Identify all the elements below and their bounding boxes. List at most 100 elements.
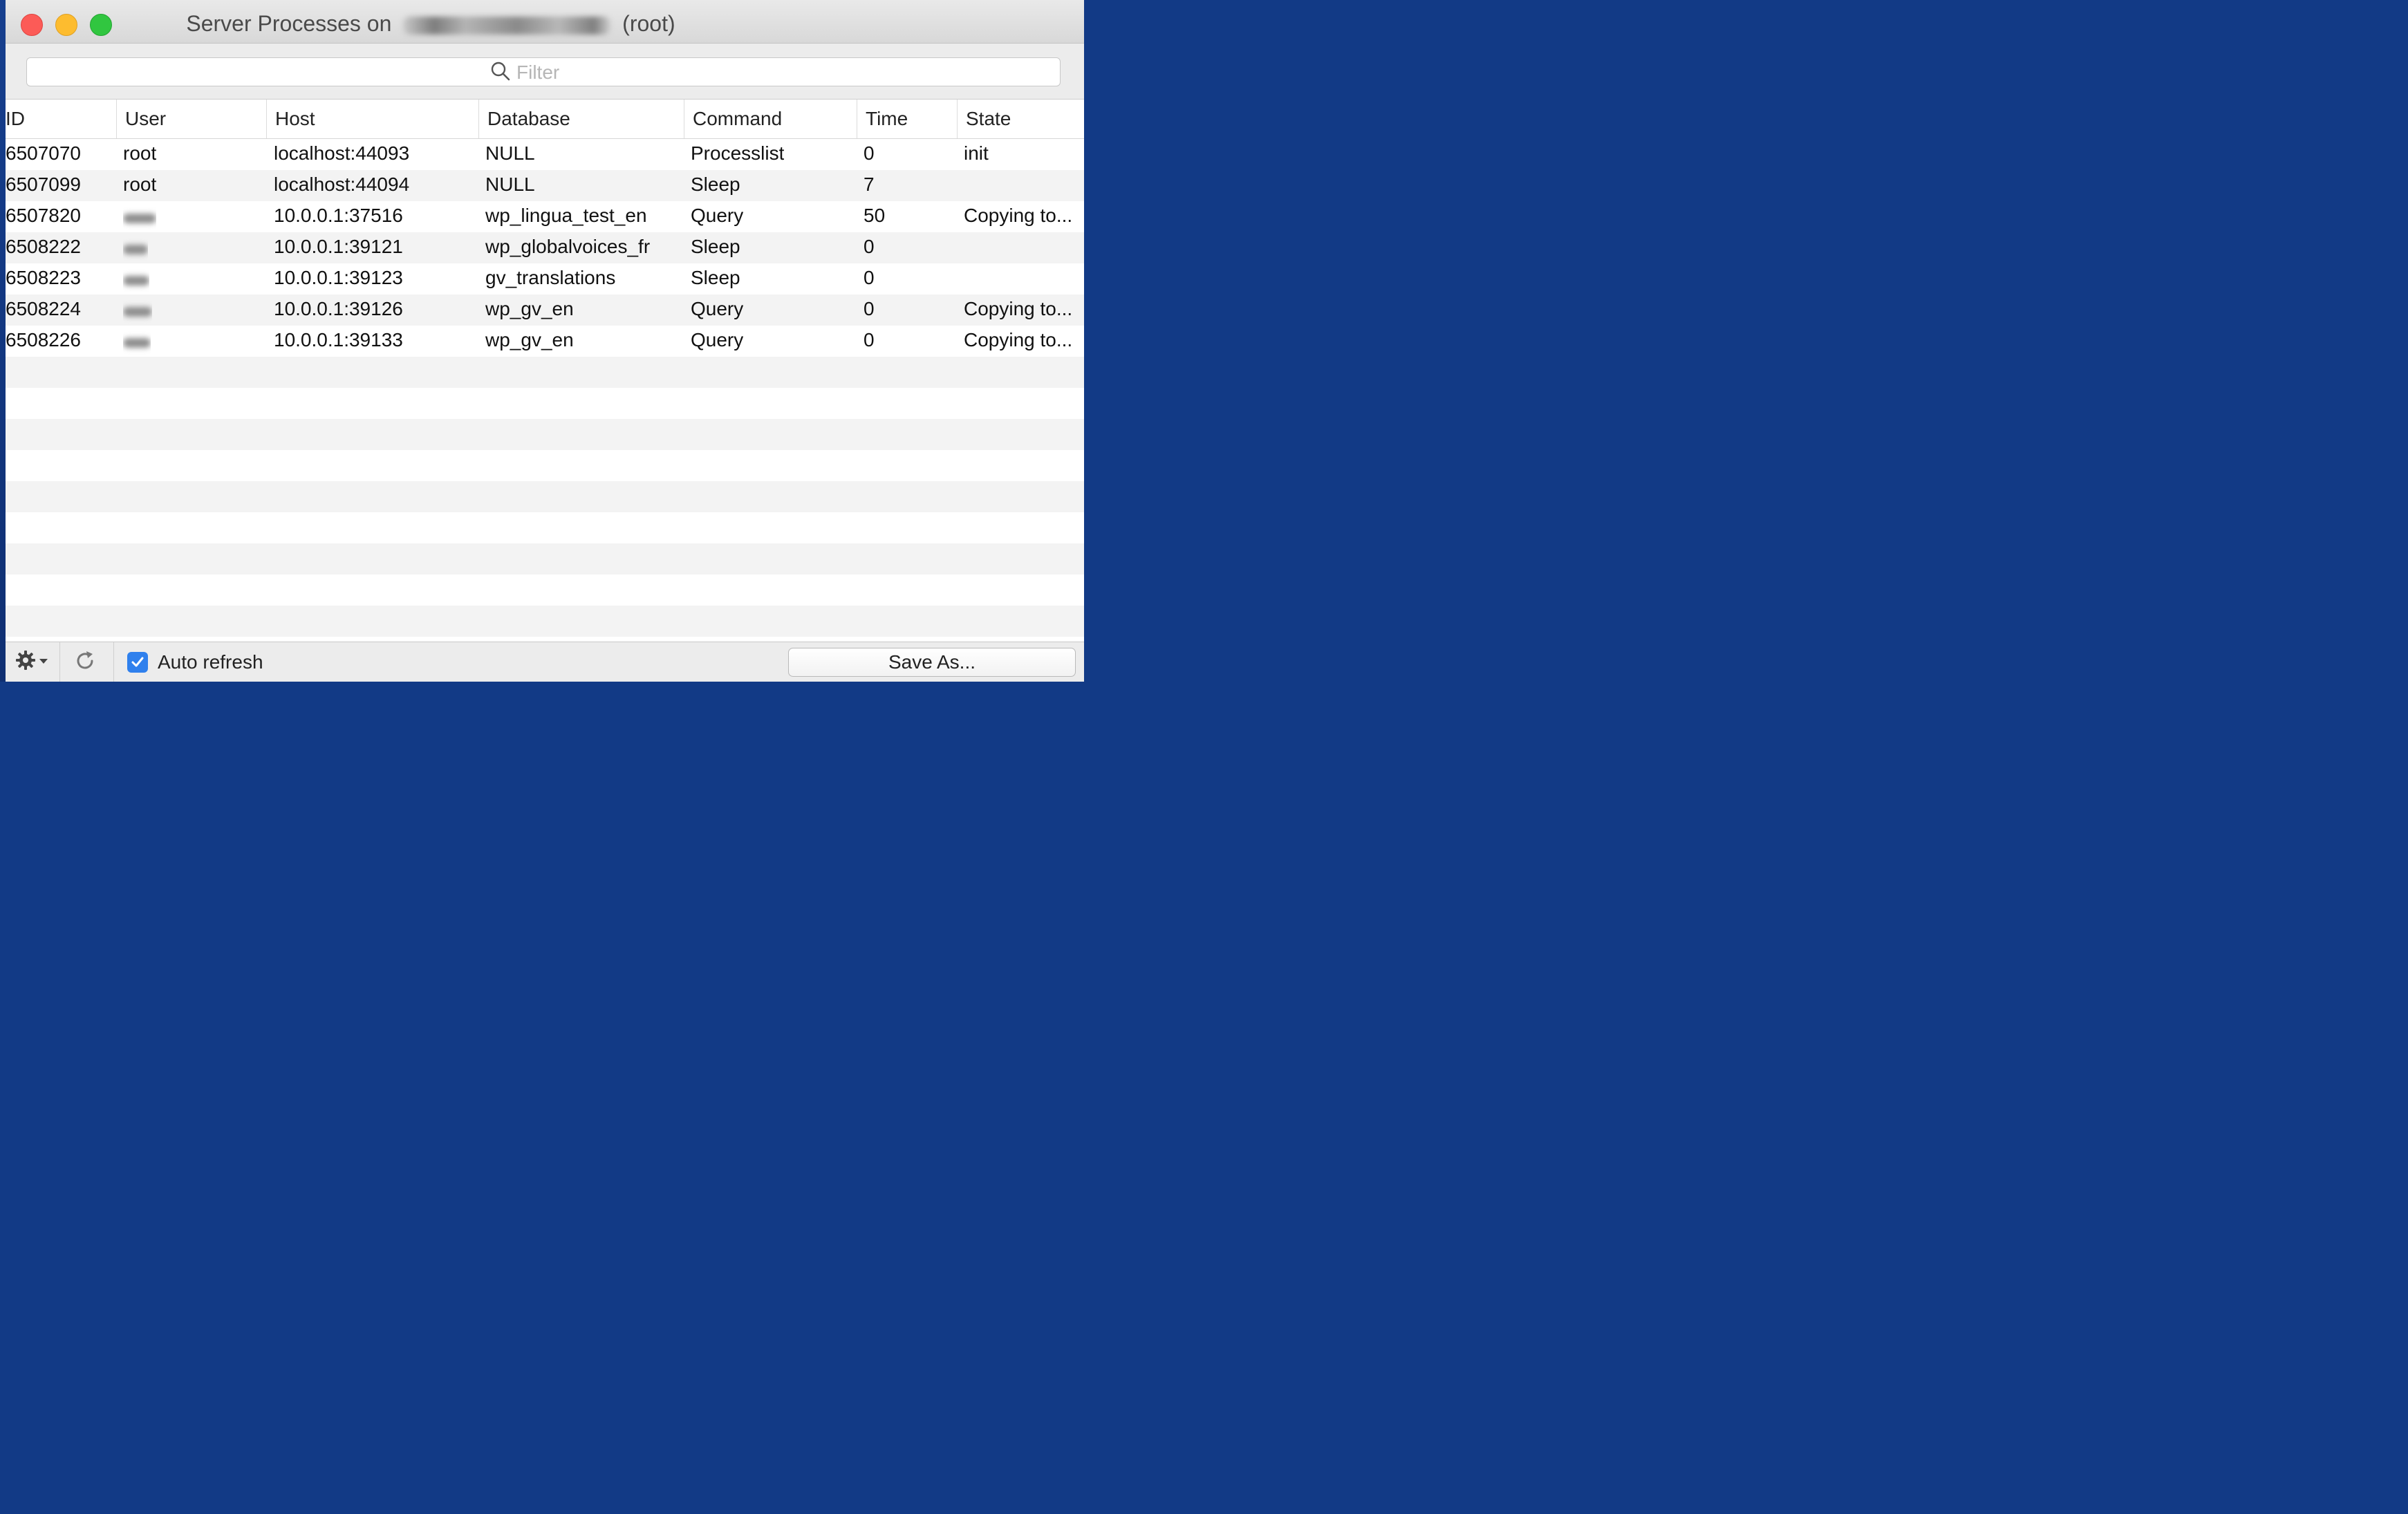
column-header-time[interactable]: Time [857,100,957,138]
filter-search-wrap [490,61,724,85]
gear-icon [15,650,36,674]
table-header: ID User Host Database Command Time State [6,100,1084,139]
table-row[interactable]: 6508224 10.0.0.1:39126 wp_gv_en Query 0 … [6,295,1084,326]
cell-state: init [964,142,989,164]
cell-host: 10.0.0.1:39121 [274,236,403,257]
cell-database: wp_lingua_test_en [485,205,647,226]
cell-id: 6508223 [6,267,82,288]
cell-host: 10.0.0.1:37516 [274,205,403,226]
empty-row [6,574,1084,606]
empty-row [6,481,1084,512]
cell-database: gv_translations [485,267,616,288]
table-row[interactable]: 6508226 10.0.0.1:39133 wp_gv_en Query 0 … [6,326,1084,357]
cell-time: 0 [864,298,875,319]
window-title-suffix: (root) [622,11,675,36]
empty-row [6,419,1084,450]
redacted-user [123,307,152,317]
title-bar[interactable]: Server Processes on (root) [6,0,1084,44]
cell-host: localhost:44094 [274,174,410,195]
cell-state: Copying to... [964,329,1073,351]
filter-field[interactable] [26,57,1061,86]
table-row[interactable]: 6507070 root localhost:44093 NULL Proces… [6,139,1084,170]
table-row[interactable]: 6508223 10.0.0.1:39123 gv_translations S… [6,263,1084,295]
cell-user: root [123,142,157,164]
bottom-bar: Auto refresh Save As... [6,642,1084,682]
cell-host: localhost:44093 [274,142,410,164]
window-title: Server Processes on (root) [6,11,856,37]
cell-state [964,263,1084,295]
refresh-icon [73,651,97,675]
cell-id: 6507099 [6,174,82,195]
cell-time: 0 [864,142,875,164]
cell-database: wp_gv_en [485,329,574,351]
filter-input[interactable] [511,62,724,84]
toolbar-divider [113,642,114,682]
cell-user-redacted [123,232,148,263]
cell-database: wp_gv_en [485,298,574,319]
cell-command: Sleep [691,236,740,257]
save-as-button[interactable]: Save As... [788,648,1076,677]
gear-menu-button[interactable] [15,648,54,675]
column-header-state[interactable]: State [957,100,1084,138]
redacted-user [123,338,151,348]
cell-user: root [123,174,157,195]
auto-refresh-toggle[interactable]: Auto refresh [127,651,263,674]
cell-command: Query [691,298,744,319]
cell-id: 6508226 [6,329,82,351]
cell-host: 10.0.0.1:39123 [274,267,403,288]
column-header-command[interactable]: Command [684,100,857,138]
cell-command: Query [691,205,744,226]
auto-refresh-checkbox[interactable] [127,652,148,673]
cell-user-redacted [123,295,152,326]
cell-time: 0 [864,267,875,288]
auto-refresh-label: Auto refresh [158,651,263,673]
cell-command: Processlist [691,142,785,164]
checkmark-icon [131,657,144,667]
empty-row [6,606,1084,637]
cell-id: 6507070 [6,142,82,164]
cell-user-redacted [123,201,156,232]
table-row[interactable]: 6507099 root localhost:44094 NULL Sleep … [6,170,1084,201]
empty-row [6,543,1084,574]
filter-toolbar [6,44,1084,100]
process-table-body: 6507070 root localhost:44093 NULL Proces… [6,139,1084,357]
redacted-hostname [403,16,611,35]
column-header-id[interactable]: ID [6,100,116,138]
cell-database: NULL [485,174,535,195]
cell-id: 6508224 [6,298,82,319]
cell-command: Query [691,329,744,351]
redacted-user [123,214,156,223]
cell-state: Copying to... [964,205,1073,226]
table-row[interactable]: 6508222 10.0.0.1:39121 wp_globalvoices_f… [6,232,1084,263]
cell-time: 0 [864,329,875,351]
cell-database: wp_globalvoices_fr [485,236,651,257]
empty-row [6,388,1084,419]
toolbar-divider [59,642,60,682]
cell-user-redacted [123,263,149,295]
cell-time: 0 [864,236,875,257]
search-icon [490,61,511,85]
cell-id: 6507820 [6,205,82,226]
cell-database: NULL [485,142,535,164]
cell-user-redacted [123,326,151,357]
column-header-host[interactable]: Host [266,100,478,138]
cell-host: 10.0.0.1:39133 [274,329,403,351]
cell-command: Sleep [691,267,740,288]
cell-time: 7 [864,174,875,195]
empty-table-area [6,357,1084,637]
column-header-user[interactable]: User [116,100,266,138]
refresh-button[interactable] [73,649,98,674]
redacted-user [123,245,148,254]
cell-id: 6508222 [6,236,82,257]
cell-host: 10.0.0.1:39126 [274,298,403,319]
table-row[interactable]: 6507820 10.0.0.1:37516 wp_lingua_test_en… [6,201,1084,232]
chevron-down-icon [39,655,48,668]
desktop-background [0,0,6,682]
empty-row [6,357,1084,388]
cell-state [964,170,1084,201]
empty-row [6,450,1084,481]
column-header-database[interactable]: Database [478,100,684,138]
redacted-user [123,276,149,286]
server-processes-window: Server Processes on (root) ID User Host … [6,0,1084,682]
cell-state: Copying to... [964,298,1073,319]
